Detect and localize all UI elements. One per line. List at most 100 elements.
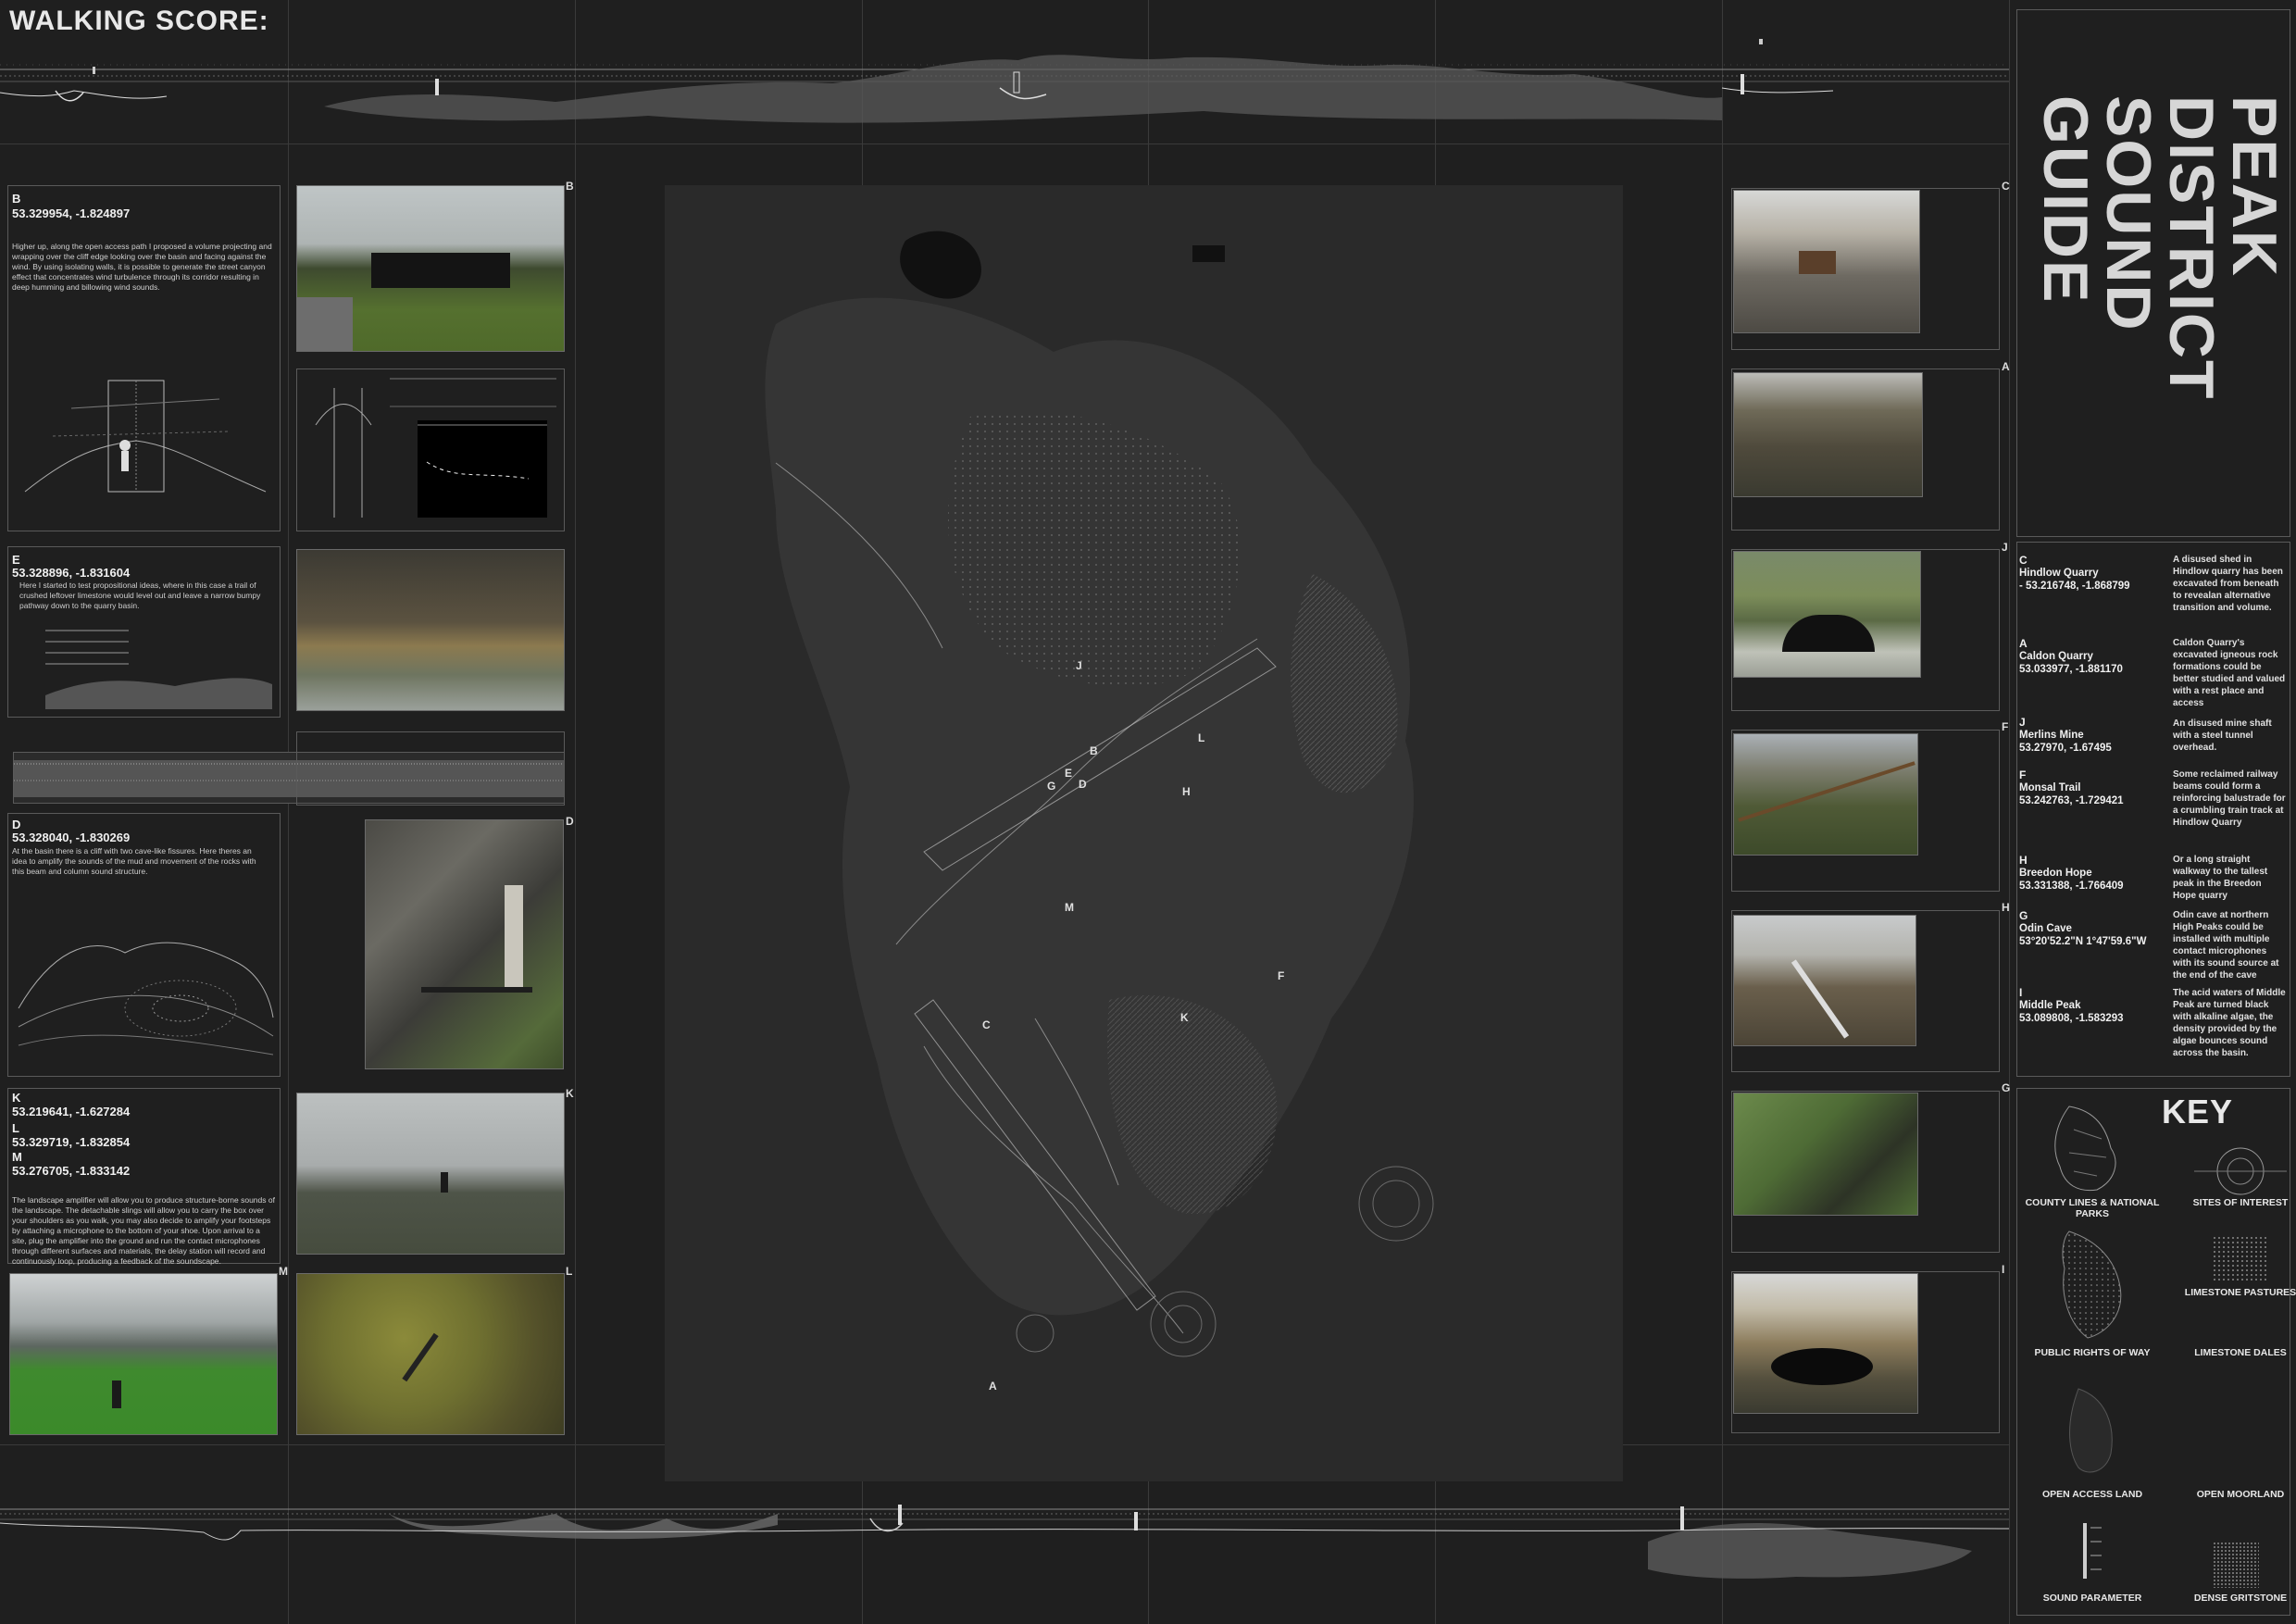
map-label-l: L (1198, 731, 1205, 744)
photo-c-tag: C (2002, 180, 2010, 193)
site-entry-j: J Merlins Mine 53.27970, -1.67495 (2019, 716, 2112, 754)
map-label-c: C (982, 1018, 991, 1031)
key-label-limestone-pastures: LIMESTONE PASTURES (2184, 1287, 2296, 1298)
photo-d (365, 819, 564, 1069)
poster-title-line-1: PEAK (2219, 95, 2290, 278)
photo-b (296, 185, 565, 352)
panel-k-tag: K (12, 1091, 21, 1105)
site-desc-i: The acid waters of Middle Peak are turne… (2173, 988, 2286, 1058)
key-label-sound-parameter: SOUND PARAMETER (2042, 1593, 2142, 1604)
key-title: KEY (2162, 1093, 2234, 1131)
panel-l-coords: 53.329719, -1.832854 (12, 1135, 131, 1149)
page-title: WALKING SCORE: (9, 6, 269, 36)
key-label-open-moorland: OPEN MOORLAND (2196, 1489, 2285, 1500)
map-label-a: A (989, 1380, 997, 1393)
key-swatch-county-lines (2054, 1106, 2116, 1192)
photo-k (296, 1093, 565, 1255)
panel-m-tag: M (12, 1150, 22, 1164)
panel-e-coords: 53.328896, -1.831604 (12, 566, 131, 580)
key-swatch-public-rights (2062, 1230, 2122, 1339)
photo-h-tag: H (2002, 901, 2010, 914)
drawing-b-svg (315, 378, 556, 518)
site-entry-a: A Caldon Quarry 53.033977, -1.881170 (2019, 637, 2123, 675)
key-label-county-lines: COUNTY LINES & NATIONAL PARKS (2025, 1197, 2160, 1219)
site-desc-g: Odin cave at northern High Peaks could b… (2173, 910, 2279, 981)
key-label-limestone-dales: LIMESTONE DALES (2194, 1347, 2287, 1358)
photo-e (296, 549, 565, 711)
photo-d-tag: D (566, 815, 574, 828)
photo-a (1733, 372, 1923, 497)
map-label-b: B (1090, 744, 1098, 757)
map-label-k: K (1180, 1011, 1189, 1024)
photo-j (1733, 551, 1921, 678)
panel-d-description: At the basin there is a cliff with two c… (12, 846, 256, 876)
panel-b-section-drawing (24, 380, 267, 493)
poster-title-line-4: GUIDE (2030, 95, 2101, 305)
map-label-j: J (1076, 659, 1082, 672)
photo-k-tag: K (566, 1087, 574, 1100)
site-desc-a: Caldon Quarry's excavated igneous rock f… (2173, 638, 2286, 708)
map-label-m: M (1065, 901, 1074, 914)
panel-k-description: The landscape amplifier will allow you t… (12, 1195, 275, 1266)
site-entry-g: G Odin Cave 53°20'52.2"N 1°47'59.6"W (2019, 909, 2147, 947)
panel-d-coords: 53.328040, -1.830269 (12, 831, 131, 844)
key-swatch-open-access (2069, 1388, 2113, 1473)
panel-e-lower-frame (296, 731, 565, 806)
panel-d-terrain-drawing (18, 942, 274, 1056)
key-label-public-rights: PUBLIC RIGHTS OF WAY (2034, 1347, 2151, 1358)
photo-j-tag: J (2002, 541, 2008, 554)
poster-title: PEAK DISTRICT SOUND GUIDE (2017, 95, 2290, 540)
panel-l-tag: L (12, 1121, 19, 1135)
site-entry-h: H Breedon Hope 53.331388, -1.766409 (2019, 854, 2124, 892)
photo-m-tag: M (279, 1265, 288, 1278)
key-swatch-limestone-pastures (2213, 1236, 2268, 1282)
panel-b-tag: B (12, 192, 21, 206)
map-area (665, 185, 1623, 1481)
photo-l (296, 1273, 565, 1435)
site-desc-f: Some reclaimed railway beams could form … (2173, 769, 2286, 828)
key-swatch-dense-gritstone (2213, 1542, 2259, 1588)
photo-f (1733, 733, 1918, 856)
panel-b-description: Higher up, along the open access path I … (12, 242, 272, 292)
map-label-d: D (1079, 778, 1087, 791)
photo-m (9, 1273, 278, 1435)
key-label-dense-gritstone: DENSE GRITSTONE (2193, 1593, 2288, 1604)
site-desc-j: An disused mine shaft with a steel tunne… (2173, 718, 2272, 753)
key-swatch-sound-parameter (2083, 1523, 2102, 1579)
panel-e-diagram (45, 630, 272, 709)
poster-title-line-3: SOUND (2093, 95, 2164, 332)
panel-k-text: K 53.219641, -1.627284 L 53.329719, -1.8… (7, 1088, 281, 1266)
panel-b-text: B 53.329954, -1.824897 Higher up, along … (7, 185, 281, 531)
title-panel: PEAK DISTRICT SOUND GUIDE (2016, 9, 2290, 537)
site-desc-h: Or a long straight walkway to the talles… (2173, 855, 2268, 901)
panel-k-coords: 53.219641, -1.627284 (12, 1105, 131, 1118)
photo-h (1733, 915, 1916, 1046)
site-desc-c: A disused shed in Hindlow quarry has bee… (2173, 555, 2283, 613)
photo-f-tag: F (2002, 720, 2009, 733)
photo-i (1733, 1273, 1918, 1414)
photo-i-tag: I (2002, 1263, 2005, 1276)
photo-b-tag: B (566, 180, 574, 193)
photo-a-tag: A (2002, 360, 2010, 373)
panel-e-description: Here I started to test propositional ide… (19, 581, 261, 610)
key-label-sites-of-interest: SITES OF INTEREST (2192, 1197, 2289, 1208)
map-svg (665, 185, 1623, 1481)
walking-score-strip-bottom (0, 1505, 2009, 1579)
key-label-open-access: OPEN ACCESS LAND (2041, 1489, 2143, 1500)
key-swatch-sites (2194, 1147, 2287, 1195)
panel-e-text: E 53.328896, -1.831604 Here I started to… (7, 546, 281, 718)
photo-c (1733, 190, 1920, 333)
map-label-e: E (1065, 767, 1073, 780)
map-label-g: G (1047, 780, 1056, 793)
site-entry-c: C Hindlow Quarry - 53.216748, -1.868799 (2019, 554, 2130, 592)
panel-d-text: D 53.328040, -1.830269 At the basin ther… (7, 813, 281, 1077)
photo-g-tag: G (2002, 1081, 2011, 1094)
walking-score-strip-top (0, 39, 2009, 123)
photo-l-tag: L (566, 1265, 573, 1278)
photo-g (1733, 1093, 1918, 1216)
drawing-b-section (296, 369, 565, 531)
site-entry-f: F Monsal Trail 53.242763, -1.729421 (2019, 768, 2124, 806)
site-entry-i: I Middle Peak 53.089808, -1.583293 (2019, 986, 2124, 1024)
map-label-h: H (1182, 785, 1191, 798)
map-label-f: F (1278, 969, 1285, 982)
